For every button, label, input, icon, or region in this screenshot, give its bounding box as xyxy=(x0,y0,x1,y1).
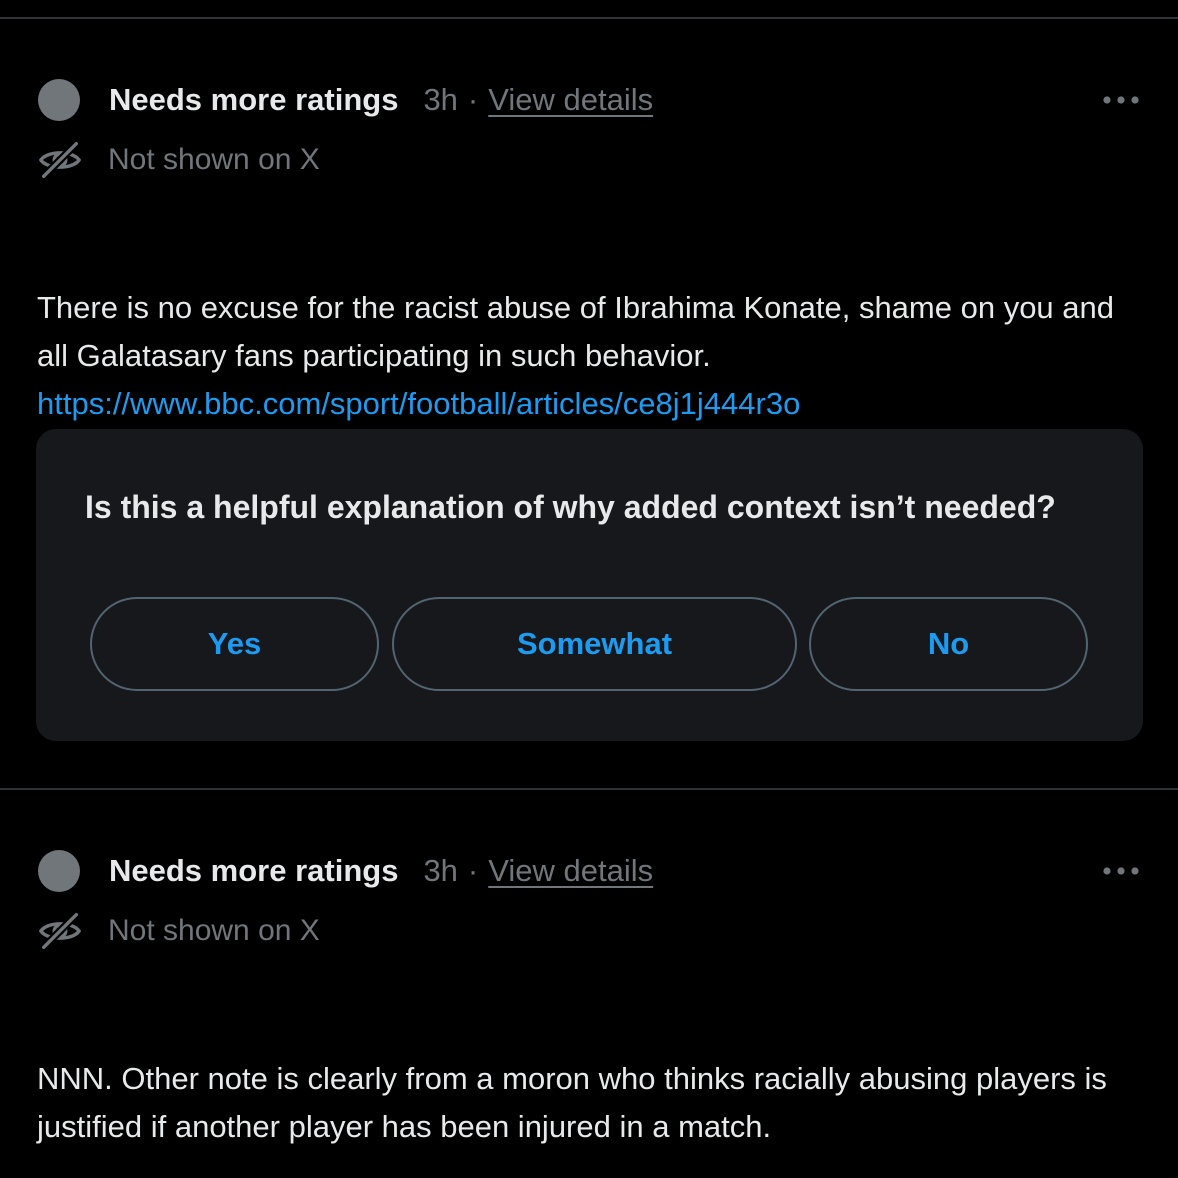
top-divider xyxy=(0,17,1178,19)
note-text: NNN. Other note is clearly from a moron … xyxy=(37,1061,1107,1144)
rate-somewhat-button[interactable]: Somewhat xyxy=(392,597,797,691)
note-text: There is no excuse for the racist abuse … xyxy=(37,290,1115,373)
more-options-button[interactable] xyxy=(1098,853,1144,889)
note-body: NNN. Other note is clearly from a moron … xyxy=(37,1007,1142,1151)
avatar xyxy=(38,79,80,121)
note-header: Needs more ratings 3h · View details xyxy=(38,849,653,893)
note-timestamp: 3h xyxy=(423,82,458,117)
visibility-label: Not shown on X xyxy=(108,143,320,176)
eye-off-icon xyxy=(39,140,81,180)
rate-yes-button[interactable]: Yes xyxy=(90,597,379,691)
separator-dot: · xyxy=(467,82,479,117)
more-horizontal-icon xyxy=(1103,867,1139,875)
eye-off-icon xyxy=(39,911,81,951)
note-timestamp: 3h xyxy=(423,853,458,888)
avatar xyxy=(38,850,80,892)
note-status: Needs more ratings xyxy=(109,853,399,888)
note-header: Needs more ratings 3h · View details xyxy=(38,78,653,122)
source-link[interactable]: https://www.bbc.com/sport/football/artic… xyxy=(37,380,1142,428)
separator-dot: · xyxy=(467,853,479,888)
more-options-button[interactable] xyxy=(1098,82,1144,118)
visibility-status: Not shown on X xyxy=(37,138,320,182)
visibility-label: Not shown on X xyxy=(108,914,320,947)
view-details-link[interactable]: View details xyxy=(488,853,653,889)
note-status: Needs more ratings xyxy=(109,82,399,117)
view-details-link[interactable]: View details xyxy=(488,82,653,118)
more-horizontal-icon xyxy=(1103,96,1139,104)
notes-divider xyxy=(0,788,1178,790)
rating-question: Is this a helpful explanation of why add… xyxy=(85,489,1056,525)
rating-card: Is this a helpful explanation of why add… xyxy=(36,429,1143,741)
visibility-status: Not shown on X xyxy=(37,909,320,953)
rate-no-button[interactable]: No xyxy=(809,597,1088,691)
